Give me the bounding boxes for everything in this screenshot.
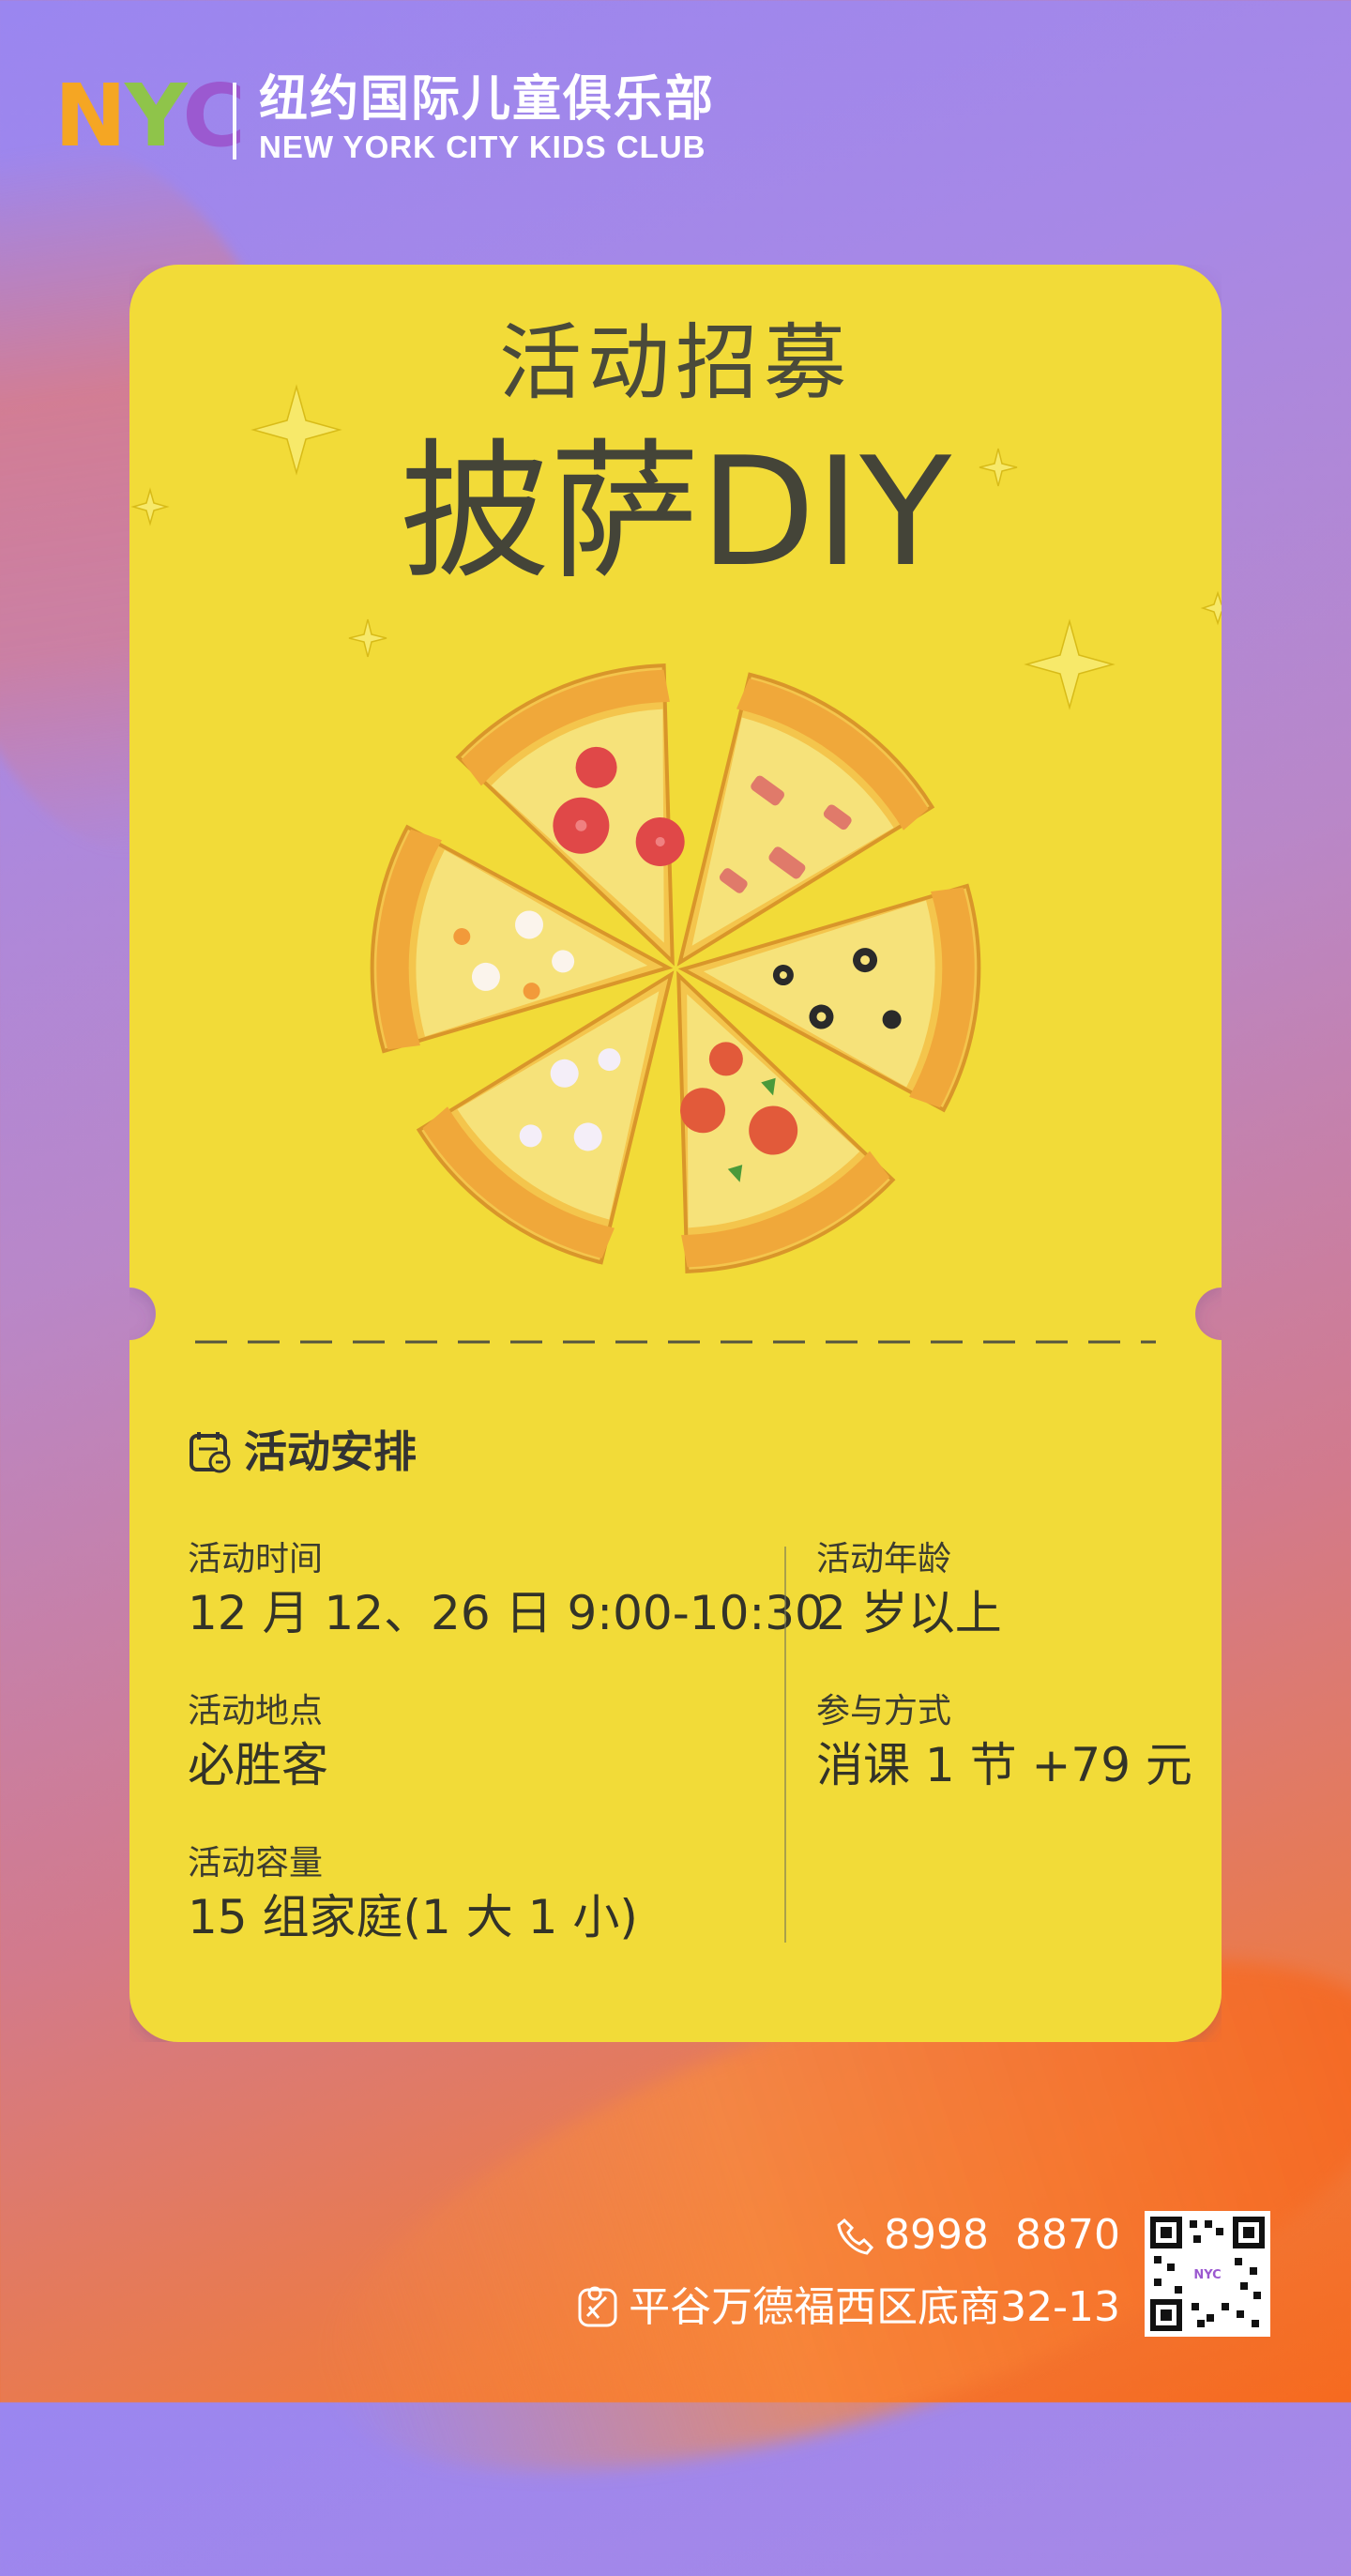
join-value: 消课 1 节 +79 元 [816,1738,1192,1792]
qr-code[interactable]: NYC [1145,2211,1270,2337]
map-icon [578,2286,617,2327]
age-value: 2 岁以上 [816,1586,1002,1640]
brand-name-cn: 纽约国际儿童俱乐部 [259,71,716,128]
join-label: 参与方式 [816,1692,952,1730]
event-title: 披萨DIY [399,424,952,600]
capacity-value: 15 组家庭(1 大 1 小) [188,1890,638,1944]
location-label: 活动地点 [188,1692,324,1730]
pizza-illustration [370,663,981,1273]
nyc-logo: NYC [54,66,246,166]
schedule-heading-label: 活动安排 [244,1426,417,1477]
time-label: 活动时间 [188,1540,324,1578]
schedule-heading: 活动安排 [188,1428,417,1475]
location-value: 必胜客 [188,1738,328,1792]
phone-number[interactable]: 8998 8870 [884,2215,1120,2256]
time-value: 12 月 12、26 日 9:00-10:30 [188,1586,825,1640]
qr-code-image: NYC [1150,2217,1265,2331]
address-line: 平谷万德福西区底商32-13 [576,2286,1120,2329]
calendar-chat-icon [190,1432,231,1473]
capacity-label: 活动容量 [188,1844,324,1882]
phone-line: 8998 8870 [833,2215,1120,2256]
event-kicker: 活动招募 [498,314,852,411]
qr-logo-text: NYC [1193,2268,1221,2282]
address-text: 平谷万德福西区底商32-13 [629,2283,1120,2331]
phone-icon [837,2218,874,2255]
brand-name-en: NEW YORK CITY KIDS CLUB [259,130,706,164]
event-ticket-card: 活动招募 披萨DIY 活动安排 活动时间 12 月 12、26 日 9:00-1… [129,265,1222,2042]
column-divider [784,1547,786,1943]
logo-divider [233,83,236,160]
age-label: 活动年龄 [816,1540,952,1578]
